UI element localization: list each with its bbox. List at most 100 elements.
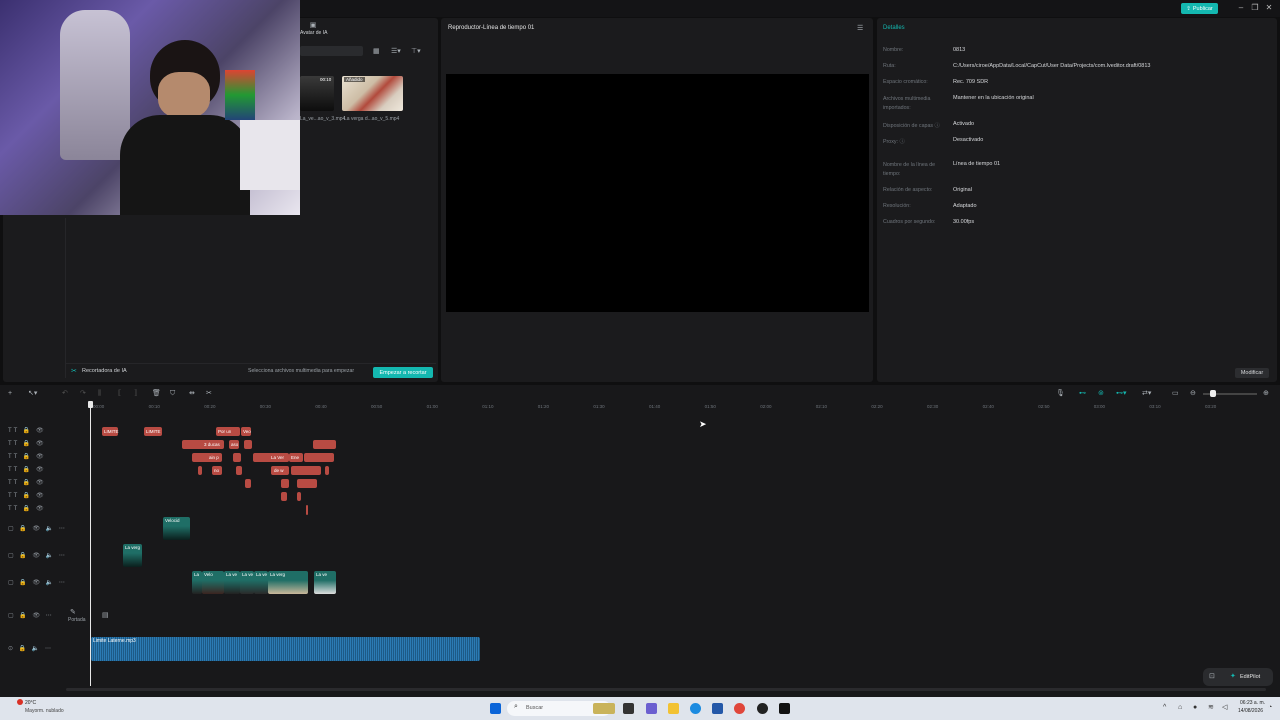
ai-edit-icon[interactable]: ✂	[206, 389, 212, 398]
media-thumb-1[interactable]: 00:10	[300, 76, 334, 111]
audio-clip[interactable]: Limite Laterne.mp3	[91, 637, 480, 661]
tab-ai-avatar[interactable]: Avatar de IA	[300, 30, 327, 36]
weather-temp[interactable]: 20°C	[25, 700, 36, 706]
select-tool-icon[interactable]: ↖▾	[28, 389, 37, 398]
video-clip[interactable]: La	[192, 571, 202, 594]
video-clip[interactable]: La ve	[240, 571, 254, 594]
redo-icon[interactable]: ↷	[80, 389, 86, 398]
track-ctrl-video-1[interactable]: ▢ 🔒 👁 🔈 ⋯	[8, 525, 67, 532]
text-clip[interactable]	[245, 479, 251, 488]
microphone-icon[interactable]: 🎙	[1056, 389, 1065, 398]
video-clip[interactable]: La ve	[224, 571, 240, 594]
video-clip[interactable]: Velo	[202, 571, 224, 594]
text-clip[interactable]: LIMITE	[144, 427, 162, 436]
caption-icon[interactable]: ▭	[1172, 389, 1179, 398]
search-input[interactable]	[300, 46, 363, 56]
pencil-icon[interactable]: ✎	[70, 608, 76, 617]
zoom-slider-handle[interactable]	[1210, 390, 1216, 397]
notification-icon[interactable]: ◔	[1268, 703, 1272, 712]
text-clip[interactable]: 3 ducas	[182, 440, 224, 449]
text-clip[interactable]	[297, 492, 301, 501]
grid-view-icon[interactable]: ▦	[373, 47, 380, 56]
zoom-fit-icon[interactable]: ⊕	[1263, 389, 1269, 398]
split-right-icon[interactable]: ⟧	[134, 389, 137, 398]
timeline-scrollbar[interactable]	[66, 688, 1266, 691]
edge-icon[interactable]	[690, 703, 701, 714]
track-ctrl-text-2[interactable]: TT 🔒 👁	[8, 440, 46, 447]
video-clip[interactable]: La ve	[314, 571, 336, 594]
cover-clip-icon[interactable]: ▤	[102, 611, 109, 620]
video-clip[interactable]: La verg	[268, 571, 308, 594]
video-clip[interactable]: Velocid	[163, 517, 190, 540]
text-clip[interactable]	[306, 505, 308, 515]
editpilot-widget[interactable]: ⊡ ✦ EditPilot	[1203, 668, 1273, 686]
track-ctrl-text-4[interactable]: TT 🔒 👁	[8, 466, 46, 473]
playhead[interactable]	[90, 402, 91, 686]
text-clip[interactable]	[297, 479, 317, 488]
store-icon[interactable]	[712, 703, 723, 714]
text-clip[interactable]: LIMITE	[102, 427, 119, 436]
minimize-icon[interactable]: –	[1235, 2, 1247, 14]
text-clip[interactable]	[325, 466, 329, 475]
clock-date[interactable]: 14/08/2026	[1238, 708, 1263, 714]
widgets-icon[interactable]	[593, 703, 615, 714]
chrome-icon[interactable]	[734, 703, 745, 714]
clock-time[interactable]: 06:23 a. m.	[1240, 700, 1265, 706]
video-clip[interactable]: La ve	[254, 571, 268, 594]
wifi-icon[interactable]: ≋	[1208, 703, 1214, 712]
split-left-icon[interactable]: ⟦	[118, 389, 121, 398]
preview-canvas[interactable]	[446, 74, 869, 312]
sort-icon[interactable]: ☰▾	[391, 47, 401, 56]
magnet-icon[interactable]: ⊚	[1098, 389, 1104, 398]
track-ctrl-main[interactable]: ▢ 🔒 👁 🔈 ⋯	[8, 579, 67, 586]
maximize-icon[interactable]: ❐	[1249, 2, 1261, 14]
snap-icon[interactable]: ⊷▾	[1116, 389, 1127, 398]
start-icon[interactable]	[490, 703, 501, 714]
track-ctrl-video-2[interactable]: ▢ 🔒 👁 🔈 ⋯	[8, 552, 67, 559]
close-icon[interactable]: ✕	[1263, 2, 1275, 14]
copilot-icon[interactable]	[646, 703, 657, 714]
cover-label[interactable]: Portada	[68, 617, 86, 623]
volume-icon[interactable]: ◁	[1222, 703, 1227, 712]
text-clip[interactable]: aso	[229, 440, 239, 449]
shield-icon[interactable]: ⛉	[170, 389, 175, 398]
track-ctrl-text-5[interactable]: TT 🔒 👁	[8, 479, 46, 486]
text-clip[interactable]: ain p	[192, 453, 222, 462]
delete-icon[interactable]: 🗑	[152, 389, 161, 398]
freeze-icon[interactable]: ⇹	[189, 389, 195, 398]
text-clip[interactable]	[244, 440, 252, 449]
track-ctrl-text-3[interactable]: TT 🔒 👁	[8, 453, 46, 460]
start-cropping-button[interactable]: Empezar a recortar	[373, 367, 433, 378]
text-clip[interactable]	[281, 479, 289, 488]
chat-icon[interactable]: ⊡	[1209, 672, 1215, 681]
capcut-icon[interactable]	[779, 703, 790, 714]
text-clip[interactable]	[198, 466, 202, 475]
chevron-up-icon[interactable]: ^	[1163, 703, 1166, 712]
mic-tray-icon[interactable]: ●	[1193, 703, 1197, 712]
text-clip[interactable]: no	[212, 466, 222, 475]
text-clip[interactable]: La Ver	[253, 453, 289, 462]
modify-button[interactable]: Modificar	[1235, 368, 1269, 378]
text-clip[interactable]: de w	[271, 466, 289, 475]
text-clip[interactable]	[291, 466, 321, 475]
timeline-ruler[interactable]: 00:00 00:10 00:20 00:30 00:40 00:50 01:00 01:10…	[90, 400, 1275, 414]
text-clip[interactable]	[281, 492, 287, 501]
task-view-icon[interactable]	[623, 703, 634, 714]
playhead-handle[interactable]	[88, 401, 93, 408]
link-icon[interactable]: ⊷	[1079, 389, 1086, 398]
text-clip[interactable]	[304, 453, 334, 462]
publish-button[interactable]: ⇪ Publicar	[1181, 3, 1218, 14]
network-icon[interactable]: ⌂	[1178, 703, 1182, 712]
text-clip[interactable]: Veo	[241, 427, 251, 436]
text-clip[interactable]	[313, 440, 336, 449]
ai-avatar-icon[interactable]: ▣	[309, 21, 317, 30]
undo-icon[interactable]: ↶	[62, 389, 68, 398]
video-clip[interactable]: La verg	[123, 544, 142, 567]
split-icon[interactable]: ⫼	[98, 389, 101, 398]
track-ctrl-text-7[interactable]: TT 🔒 👁	[8, 505, 46, 512]
track-ctrl-audio[interactable]: ⊙ 🔒 🔈 ⋯	[8, 645, 53, 652]
text-clip[interactable]: Ene	[289, 453, 303, 462]
menu-icon[interactable]: ☰	[857, 24, 863, 33]
zoom-out-icon[interactable]: ⊖	[1190, 389, 1196, 398]
media-thumb-2[interactable]: Añadido	[342, 76, 403, 111]
